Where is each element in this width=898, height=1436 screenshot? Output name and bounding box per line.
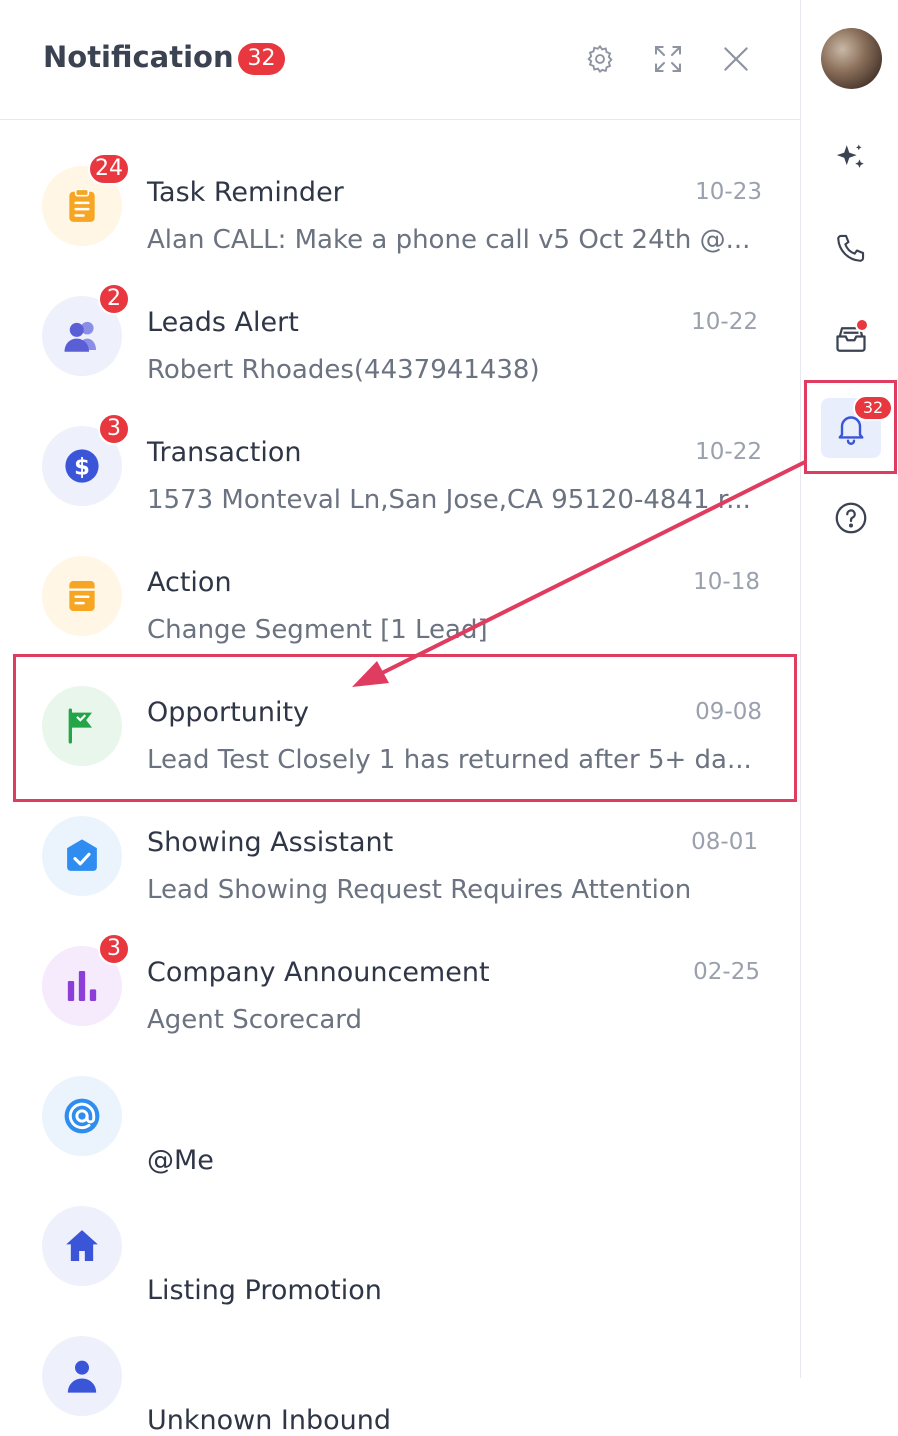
close-icon[interactable] — [717, 40, 755, 78]
bell-badge: 32 — [853, 395, 893, 421]
notification-title: Task Reminder — [147, 177, 344, 208]
clipboard-icon — [69, 188, 95, 222]
panel-header: Notification 32 — [0, 0, 800, 120]
notification-item-showing-assistant[interactable]: Showing Assistant 08-01 Lead Showing Req… — [0, 782, 800, 912]
help-icon[interactable] — [821, 488, 881, 548]
notification-title: Unknown Inbound — [147, 1405, 392, 1436]
avatar — [42, 816, 122, 896]
notification-title: Action — [147, 567, 232, 598]
notification-item-transaction[interactable]: $ 3 Transaction 10-22 1573 Monteval Ln,S… — [0, 392, 800, 522]
unread-badge: 2 — [98, 283, 130, 315]
person-icon — [67, 1360, 97, 1393]
avatar: 2 — [42, 283, 130, 376]
notification-date: 10-22 — [691, 309, 758, 335]
notification-title: Company Announcement — [147, 957, 490, 988]
expand-icon[interactable] — [649, 40, 687, 78]
notification-item-leads-alert[interactable]: 2 Leads Alert 10-22 Robert Rhoades(44379… — [0, 262, 800, 392]
avatar: $ 3 — [42, 413, 130, 506]
notification-subtitle: 1573 Monteval Ln,San Jose,CA 95120-4841 … — [147, 485, 751, 515]
notification-count-badge: 32 — [238, 43, 285, 75]
avatar: 24 — [42, 153, 130, 246]
inbox-icon[interactable] — [821, 308, 881, 368]
avatar — [42, 1206, 122, 1286]
sparkle-icon[interactable] — [821, 128, 881, 188]
notification-subtitle: Alan CALL: Make a phone call v5 Oct 24th… — [147, 225, 751, 255]
at-icon — [64, 1098, 100, 1134]
notification-date: 08-01 — [691, 829, 758, 855]
document-icon — [69, 580, 95, 612]
notification-date: 10-22 — [695, 439, 762, 465]
notification-title: Transaction — [147, 437, 302, 468]
notification-item-unknown-inbound[interactable]: Unknown Inbound — [0, 1302, 800, 1436]
unread-dot — [855, 318, 869, 332]
bell-icon[interactable]: 32 — [821, 395, 893, 458]
notification-subtitle: Lead Test Closely 1 has returned after 5… — [147, 745, 752, 775]
notification-item-company-announcement[interactable]: 3 Company Announcement 02-25 Agent Score… — [0, 912, 800, 1042]
dollar-icon: $ — [65, 449, 99, 483]
avatar — [42, 1076, 122, 1156]
notification-item-listing-promotion[interactable]: Listing Promotion — [0, 1172, 800, 1306]
phone-icon[interactable] — [821, 218, 881, 278]
users-icon — [64, 321, 96, 352]
svg-text:$: $ — [74, 454, 90, 480]
notification-date: 09-08 — [695, 699, 762, 725]
notification-title: Showing Assistant — [147, 827, 394, 858]
unread-badge: 3 — [98, 413, 130, 445]
gear-icon[interactable] — [581, 40, 619, 78]
avatar — [42, 556, 122, 636]
flag-icon — [68, 708, 92, 744]
home-icon — [66, 1230, 98, 1261]
unread-badge: 24 — [88, 153, 130, 185]
right-rail: 32 — [801, 0, 898, 1378]
notification-panel: Notification 32 24 Task Reminder 10-23 A… — [0, 0, 801, 1436]
notification-item-at-me[interactable]: @Me — [0, 1042, 800, 1176]
notification-subtitle: Robert Rhoades(4437941438) — [147, 355, 540, 385]
avatar: 3 — [42, 933, 130, 1026]
notification-date: 10-23 — [695, 179, 762, 205]
checkbox-icon — [67, 839, 97, 871]
avatar — [42, 686, 122, 766]
bar-chart-icon — [67, 971, 97, 1001]
avatar — [42, 1336, 122, 1416]
notification-title: Opportunity — [147, 697, 310, 728]
notification-subtitle: Lead Showing Request Requires Attention — [147, 875, 692, 905]
notification-subtitle: Agent Scorecard — [147, 1005, 363, 1035]
notification-subtitle: Change Segment [1 Lead] — [147, 615, 488, 645]
notification-item-opportunity[interactable]: Opportunity 09-08 Lead Test Closely 1 ha… — [0, 652, 800, 782]
user-avatar[interactable] — [821, 28, 882, 89]
notification-title: Leads Alert — [147, 307, 299, 338]
notification-item-task-reminder[interactable]: 24 Task Reminder 10-23 Alan CALL: Make a… — [0, 132, 800, 262]
unread-badge: 3 — [98, 933, 130, 965]
notification-date: 02-25 — [693, 959, 760, 985]
notification-item-action[interactable]: Action 10-18 Change Segment [1 Lead] — [0, 522, 800, 652]
notification-date: 10-18 — [693, 569, 760, 595]
page-title: Notification — [43, 40, 234, 74]
